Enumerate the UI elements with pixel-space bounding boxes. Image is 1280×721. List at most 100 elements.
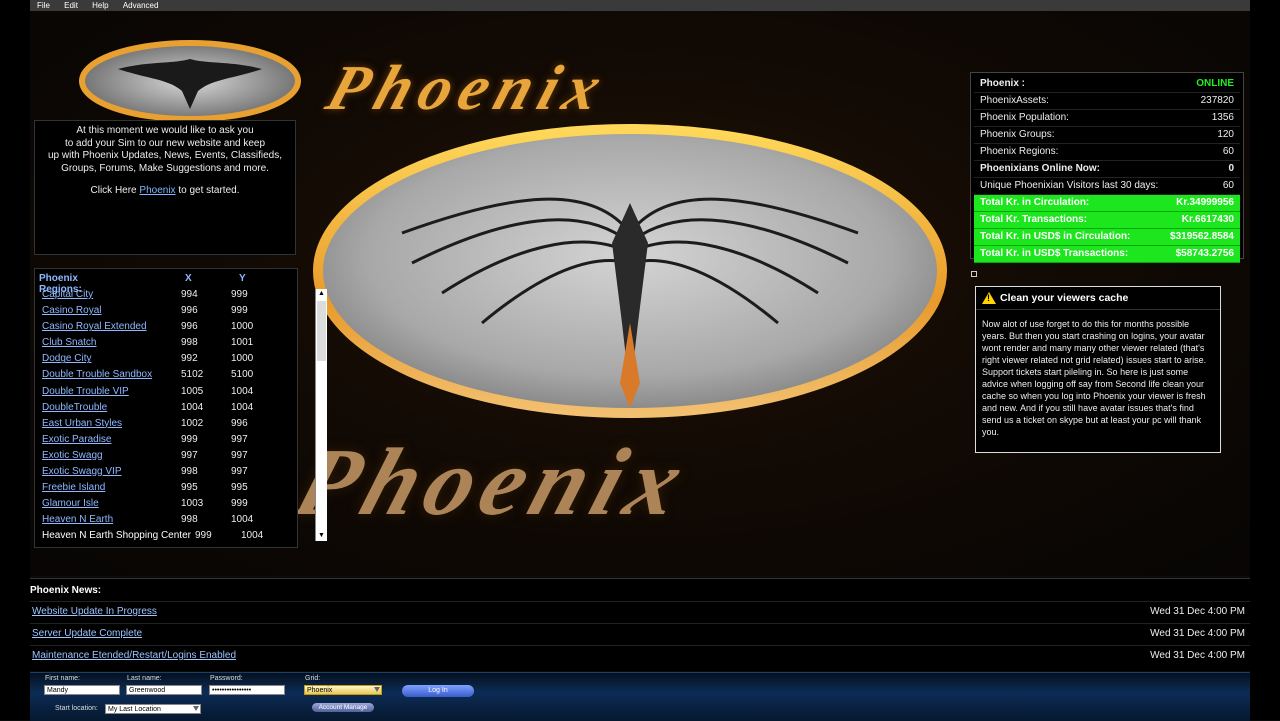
cache-notice-body: Now alot of use forget to do this for mo… xyxy=(982,319,1207,437)
region-x: 998 xyxy=(181,337,198,349)
first-name-field[interactable]: Mandy xyxy=(44,685,120,695)
stat-value: 1356 xyxy=(1211,112,1234,123)
region-y: 999 xyxy=(231,305,248,317)
news-date: Wed 31 Dec 4:00 PM xyxy=(1150,606,1245,617)
phoenix-logo-bottom: Phoenix xyxy=(282,428,705,535)
region-row: DoubleTrouble 1004 1004 xyxy=(35,402,297,418)
region-link[interactable]: Heaven N Earth Shopping Center xyxy=(42,530,191,541)
regions-panel: Phoenix Regions: X Y Capital City 994 999 … xyxy=(34,268,327,548)
intro-click-suffix: to get started. xyxy=(178,185,240,196)
stat-label: Phoenix Population: xyxy=(980,112,1069,123)
login-button[interactable]: Log In xyxy=(402,685,474,697)
last-name-field[interactable]: Greenwood xyxy=(126,685,202,695)
region-x: 996 xyxy=(181,305,198,317)
regions-col-x: X xyxy=(185,273,192,284)
region-link[interactable]: DoubleTrouble xyxy=(42,402,107,413)
region-y: 5100 xyxy=(231,369,254,381)
intro-click-prefix: Click Here xyxy=(90,185,137,196)
scroll-thumb[interactable] xyxy=(317,301,326,361)
grid-select[interactable]: Phoenix xyxy=(304,685,382,695)
regions-scrollbar[interactable]: ▲ ▼ xyxy=(315,289,327,541)
news-date: Wed 31 Dec 4:00 PM xyxy=(1150,628,1245,639)
region-x: 5102 xyxy=(181,369,204,381)
stat-row: Phoenix Population: 1356 xyxy=(974,110,1240,127)
stat-value: 237820 xyxy=(1200,95,1234,106)
menu-advanced[interactable]: Advanced xyxy=(123,0,159,11)
region-link[interactable]: Double Trouble VIP xyxy=(42,386,129,397)
region-row: Double Trouble VIP 1005 1004 xyxy=(35,386,297,402)
intro-line-4: Groups, Forums, Make Suggestions and mor… xyxy=(61,162,269,174)
first-name-label: First name: xyxy=(45,675,81,682)
stat-row: Unique Phoenixian Visitors last 30 days:… xyxy=(974,178,1240,195)
password-label: Password: xyxy=(210,675,243,682)
news-item: Server Update Complete Wed 31 Dec 4:00 P… xyxy=(30,623,1250,644)
region-x: 996 xyxy=(181,321,198,333)
phoenix-small-emblem xyxy=(79,40,301,122)
region-x: 1003 xyxy=(181,498,204,510)
grid-label: Grid: xyxy=(305,675,321,682)
money-label: Total Kr. in USD$ in Circulation: xyxy=(980,231,1131,242)
region-link[interactable]: Dodge City xyxy=(42,353,91,364)
region-y: 999 xyxy=(231,289,248,300)
region-link[interactable]: Casino Royal xyxy=(42,305,101,316)
status-badge: ONLINE xyxy=(1196,78,1234,89)
region-y: 995 xyxy=(231,482,248,494)
menu-help[interactable]: Help xyxy=(92,0,108,11)
region-y: 1004 xyxy=(241,530,264,542)
stat-value: 60 xyxy=(1222,180,1234,191)
regions-list: Capital City 994 999 Casino Royal 996 999 Ca… xyxy=(35,289,297,547)
news-date: Wed 31 Dec 4:00 PM xyxy=(1150,650,1245,661)
region-y: 999 xyxy=(231,498,248,510)
money-value: Kr.34999956 xyxy=(1176,197,1234,208)
intro-click-line: Click Here Phoenix to get started. xyxy=(35,185,295,198)
region-link[interactable]: Club Snatch xyxy=(42,337,96,348)
region-link[interactable]: Exotic Swagg VIP xyxy=(42,466,121,477)
news-link[interactable]: Website Update In Progress xyxy=(32,606,157,617)
region-y: 997 xyxy=(231,466,248,478)
cache-notice-header: Clean your viewers cache xyxy=(976,287,1220,310)
region-x: 999 xyxy=(181,433,198,445)
region-link[interactable]: Capital City xyxy=(42,289,93,300)
stat-label: Unique Phoenixian Visitors last 30 days: xyxy=(980,180,1159,191)
menu-bar: File Edit Help Advanced xyxy=(30,0,1250,11)
region-link[interactable]: Heaven N Earth xyxy=(42,514,113,525)
region-link[interactable]: East Urban Styles xyxy=(42,418,122,429)
password-field[interactable]: •••••••••••••••• xyxy=(209,685,285,695)
region-link[interactable]: Exotic Paradise xyxy=(42,434,111,445)
phoenix-website-link[interactable]: Phoenix xyxy=(139,185,175,196)
region-row: Glamour Isle 1003 999 xyxy=(35,498,297,514)
intro-line-2: to add your Sim to our new website and k… xyxy=(64,137,266,149)
stat-value: 60 xyxy=(1222,146,1234,157)
start-location-select[interactable]: My Last Location xyxy=(105,704,201,714)
news-link[interactable]: Server Update Complete xyxy=(32,628,142,639)
region-link[interactable]: Double Trouble Sandbox xyxy=(42,369,152,380)
region-y: 1004 xyxy=(231,385,254,397)
region-row: East Urban Styles 1002 996 xyxy=(35,418,297,434)
region-y: 1004 xyxy=(231,401,254,413)
money-row: Total Kr. in USD$ Transactions: $58743.27… xyxy=(974,246,1240,263)
news-link[interactable]: Maintenance Etended/Restart/Logins Enabl… xyxy=(32,650,236,661)
window-frame-right xyxy=(1250,0,1280,720)
news-section: Phoenix News: Website Update In Progress… xyxy=(30,578,1250,671)
stat-value: 120 xyxy=(1217,129,1234,140)
region-link[interactable]: Glamour Isle xyxy=(42,498,99,509)
region-row: Exotic Swagg VIP 998 997 xyxy=(35,466,297,482)
scroll-down-arrow-icon[interactable]: ▼ xyxy=(316,531,327,541)
region-link[interactable]: Exotic Swagg xyxy=(42,450,103,461)
region-link[interactable]: Casino Royal Extended xyxy=(42,321,147,332)
money-value: $58743.2756 xyxy=(1175,248,1234,259)
scroll-up-arrow-icon[interactable]: ▲ xyxy=(316,289,327,299)
account-manage-button[interactable]: Account Manage xyxy=(312,703,374,712)
region-y: 1001 xyxy=(231,337,254,349)
cache-notice-title: Clean your viewers cache xyxy=(1000,292,1129,304)
start-location-label: Start location: xyxy=(55,705,98,712)
menu-file[interactable]: File xyxy=(37,0,50,11)
menu-edit[interactable]: Edit xyxy=(64,0,78,11)
grid-stats-panel: Phoenix : ONLINE PhoenixAssets: 237820 Ph… xyxy=(970,72,1244,263)
region-x: 1004 xyxy=(181,401,204,413)
region-row: Heaven N Earth 998 1004 xyxy=(35,514,297,530)
region-link[interactable]: Freebie Island xyxy=(42,482,105,493)
money-label: Total Kr. in USD$ Transactions: xyxy=(980,248,1129,259)
region-y: 997 xyxy=(231,433,248,445)
money-value: $319562.8584 xyxy=(1170,231,1234,242)
